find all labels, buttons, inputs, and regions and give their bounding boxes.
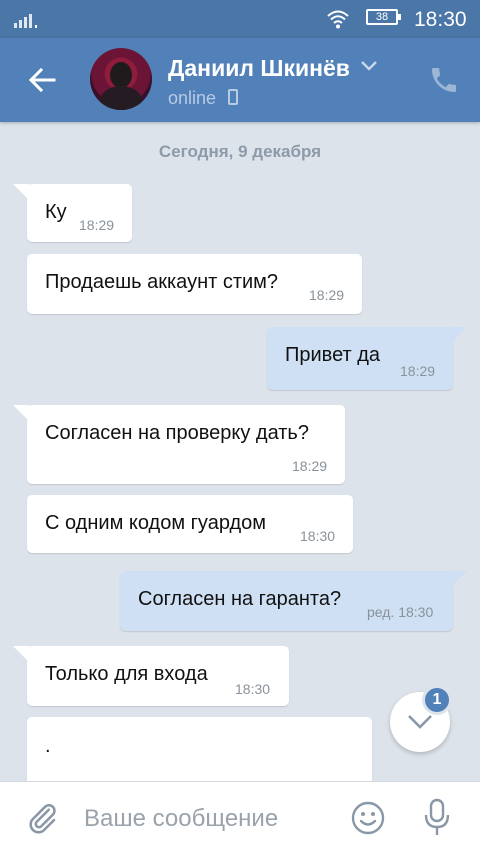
contact-status: online	[168, 88, 217, 108]
message-incoming[interactable]: С одним кодом гуардом 18:30	[27, 495, 353, 553]
message-incoming[interactable]: Ку 18:29	[13, 184, 132, 242]
message-time: 18:30	[235, 681, 271, 697]
message-text: Продаешь аккаунт стим?	[45, 271, 279, 293]
mobile-device-icon	[228, 89, 238, 105]
chat-header: Даниил Шкинёв online	[0, 38, 480, 122]
message-time: 18:29	[79, 217, 115, 233]
message-composer	[0, 781, 480, 854]
message-outgoing[interactable]: Привет да 18:29	[267, 327, 467, 390]
contact-name[interactable]: Даниил Шкинёв	[168, 55, 350, 82]
date-divider: Сегодня, 9 декабря	[158, 142, 322, 161]
back-arrow-icon[interactable]	[24, 62, 60, 98]
status-bar: 38 18:30	[0, 0, 480, 38]
message-text: Согласен на проверку дать?	[45, 422, 309, 444]
phone-icon[interactable]	[428, 64, 460, 96]
message-time: 18:29	[292, 458, 328, 474]
chevron-down-icon[interactable]	[360, 60, 378, 72]
message-time: 18:29	[400, 363, 436, 379]
message-text: .	[45, 735, 51, 757]
microphone-icon[interactable]	[423, 798, 451, 838]
message-text: Ку	[45, 201, 67, 223]
message-text: С одним кодом гуардом	[45, 512, 267, 534]
battery-icon: 38	[366, 9, 401, 25]
message-text: Привет да	[285, 344, 381, 366]
emoji-icon[interactable]	[350, 800, 386, 836]
wifi-icon	[327, 10, 349, 29]
message-incoming[interactable]: Продаешь аккаунт стим? 18:29	[27, 254, 362, 314]
message-input[interactable]	[84, 801, 334, 837]
signal-icon	[14, 12, 42, 28]
message-time: 18:30	[300, 528, 336, 544]
message-text: Только для входа	[45, 663, 208, 685]
message-outgoing[interactable]: Согласен на гаранта? ред. 18:30	[120, 571, 467, 631]
message-incoming[interactable]: Только для входа 18:30	[13, 646, 289, 706]
avatar[interactable]	[90, 48, 152, 110]
message-text: Согласен на гаранта?	[138, 588, 342, 610]
message-time: ред. 18:30	[367, 604, 434, 620]
status-time: 18:30	[414, 8, 467, 31]
chevron-down-icon	[408, 715, 432, 729]
attach-icon[interactable]	[24, 800, 60, 836]
unread-badge: 1	[422, 685, 452, 715]
message-time: 18:29	[309, 287, 345, 303]
message-incoming[interactable]: Согласен на проверку дать? 18:29	[13, 405, 345, 484]
